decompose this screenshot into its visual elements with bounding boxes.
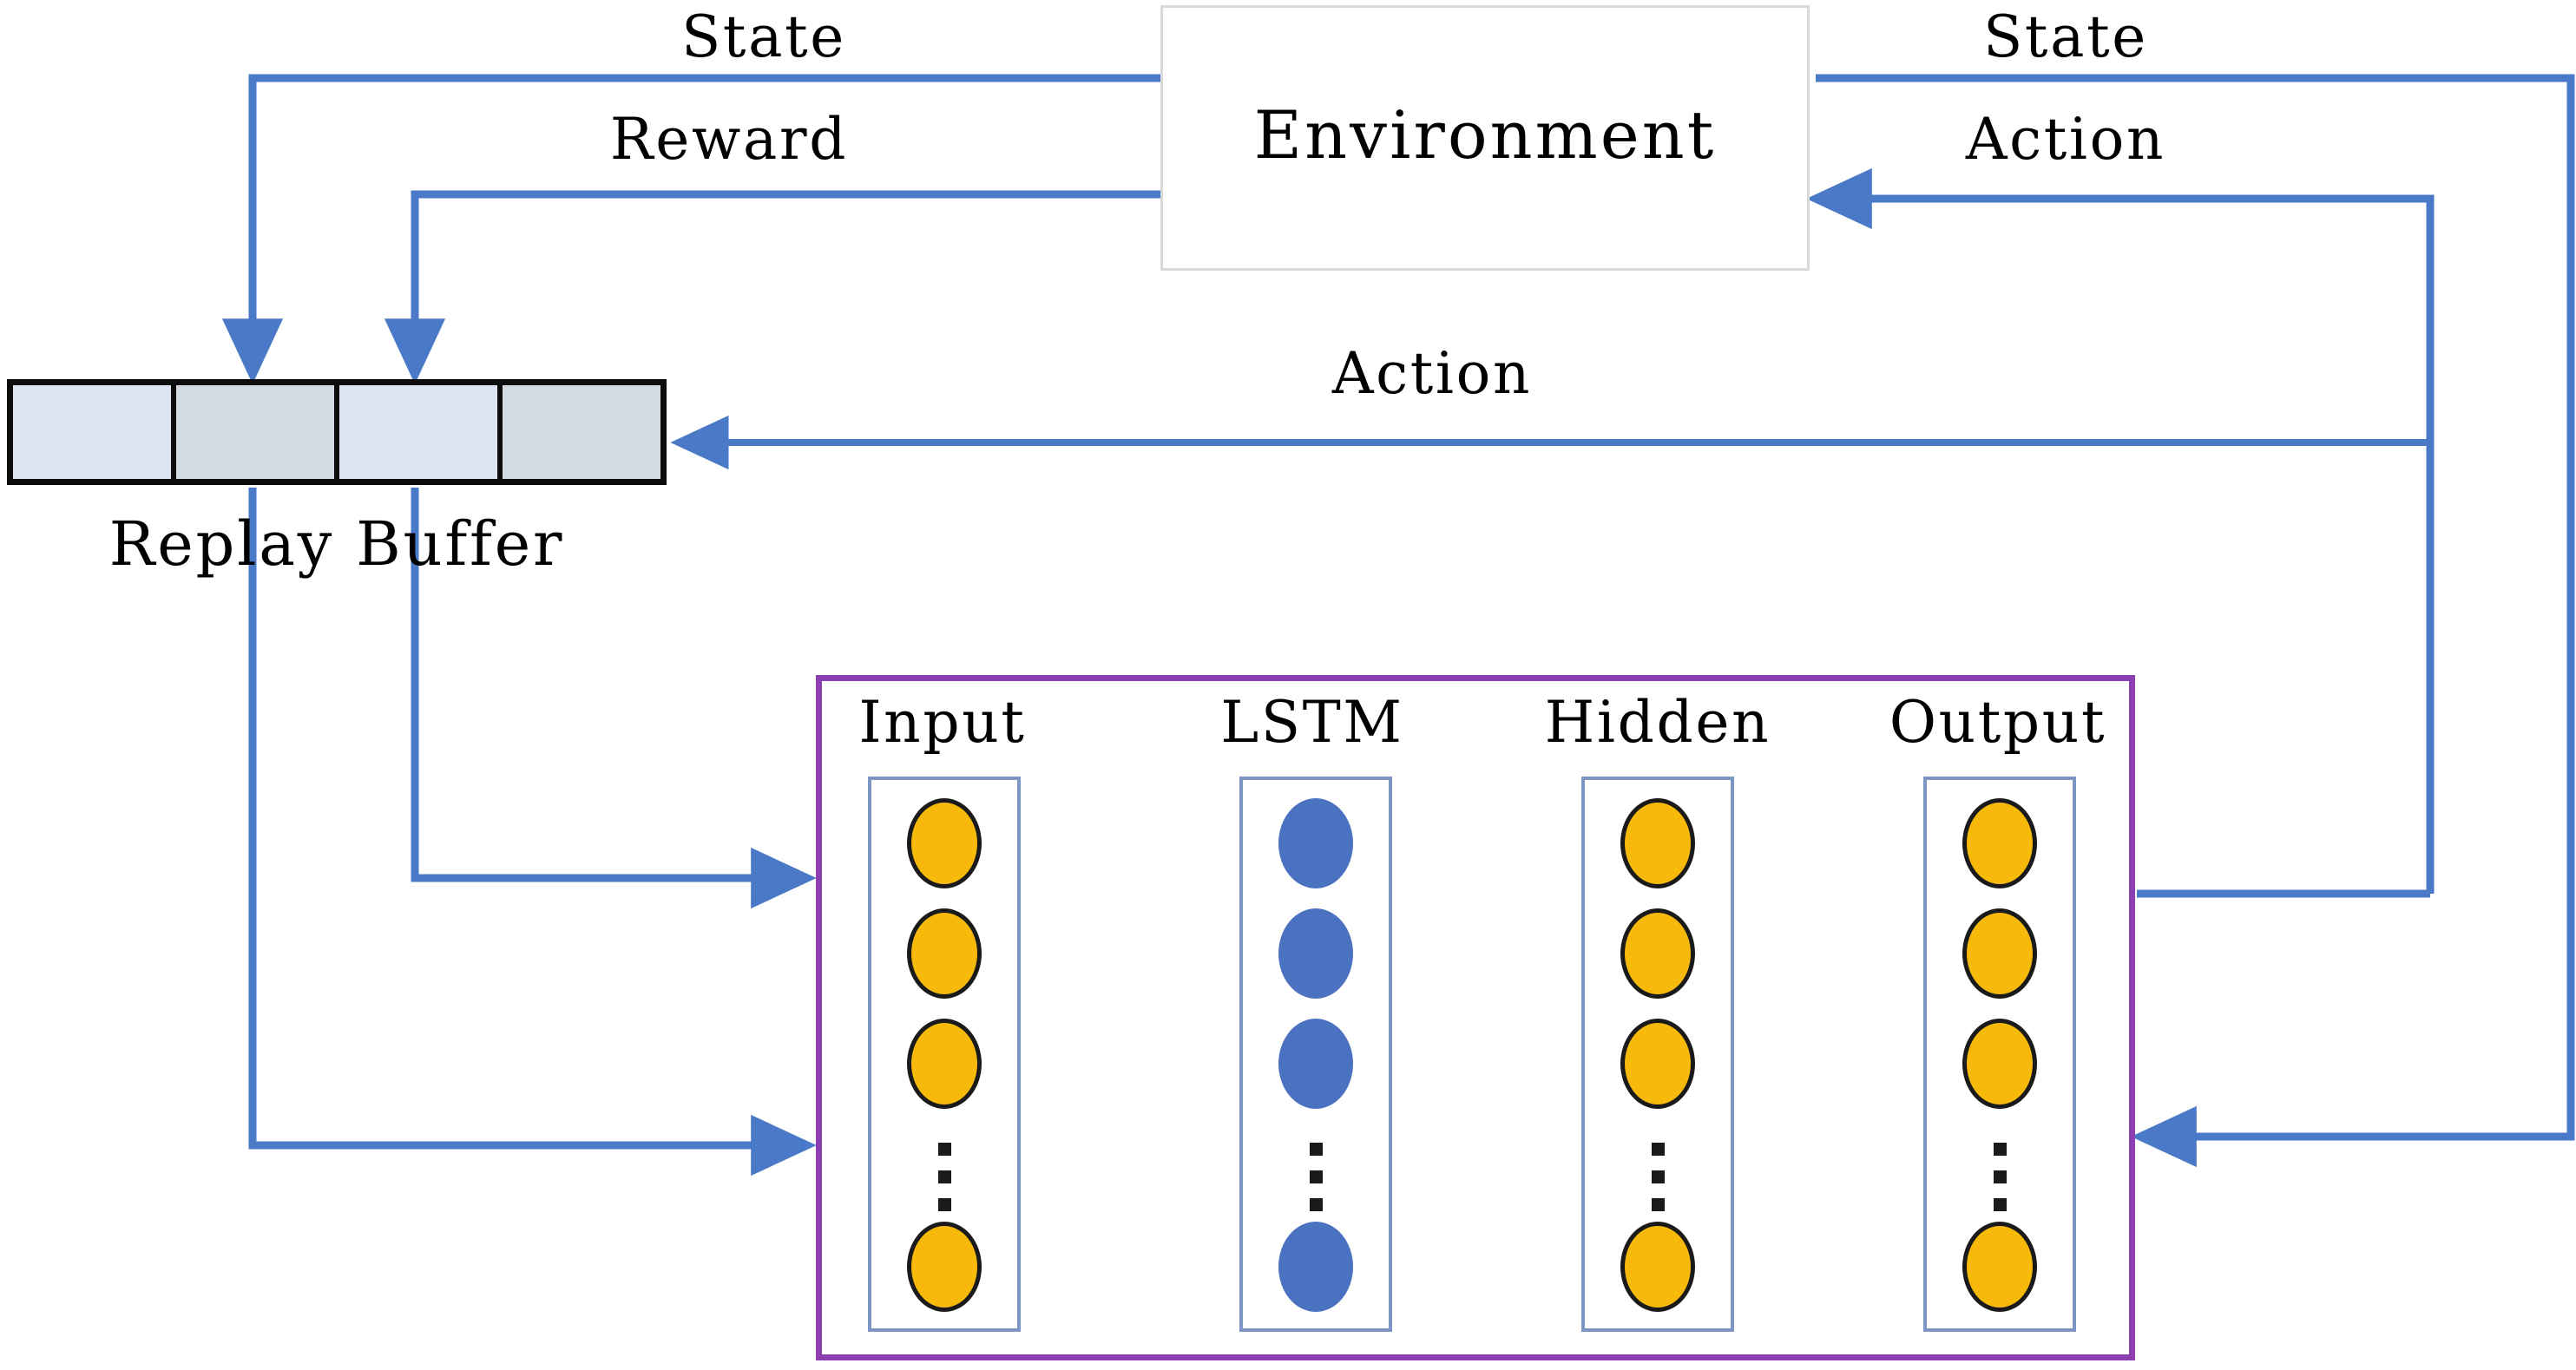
neuron-output [1962,798,2037,888]
neuron-lstm [1278,1222,1353,1312]
neuron-input [907,1222,982,1312]
replay-buffer-cell [339,385,503,479]
label-action-right: Action [1965,106,2166,173]
label-state-left: State [681,3,846,70]
ellipsis-hidden [1620,1128,1695,1211]
label-reward: Reward [609,106,849,173]
neuron-input [907,908,982,999]
neuron-lstm [1278,908,1353,999]
neuron-hidden [1620,798,1695,888]
environment-label: Environment [1253,96,1717,174]
replay-buffer-cell [13,385,176,479]
neuron-output [1962,1222,2037,1312]
layer-label-hidden: Hidden [1544,689,1771,756]
neuron-lstm [1278,1019,1353,1109]
ellipsis-output [1962,1128,2037,1211]
label-action-buffer: Action [1331,340,1533,407]
wire-buffer-to-network-lower [248,488,817,1177]
neuron-hidden [1620,1222,1695,1312]
neuron-lstm [1278,798,1353,888]
layer-label-output: Output [1889,689,2107,756]
label-state-right: State [1983,3,2148,70]
neuron-output [1962,1019,2037,1109]
ellipsis-input [907,1128,982,1211]
replay-buffer-cell [503,385,660,479]
replay-buffer-cell [176,385,339,479]
neuron-input [907,1019,982,1109]
wire-reward-to-buffer [384,190,1160,384]
replay-buffer [7,379,667,485]
layer-label-lstm: LSTM [1220,689,1404,756]
replay-buffer-label: Replay Buffer [108,508,565,580]
diagram-canvas: Environment State Reward State Action Ac… [0,0,2576,1370]
ellipsis-lstm [1278,1128,1353,1211]
neuron-output [1962,908,2037,999]
neuron-hidden [1620,1019,1695,1109]
neuron-input [907,798,982,888]
layer-label-input: Input [858,689,1027,756]
neuron-hidden [1620,908,1695,999]
